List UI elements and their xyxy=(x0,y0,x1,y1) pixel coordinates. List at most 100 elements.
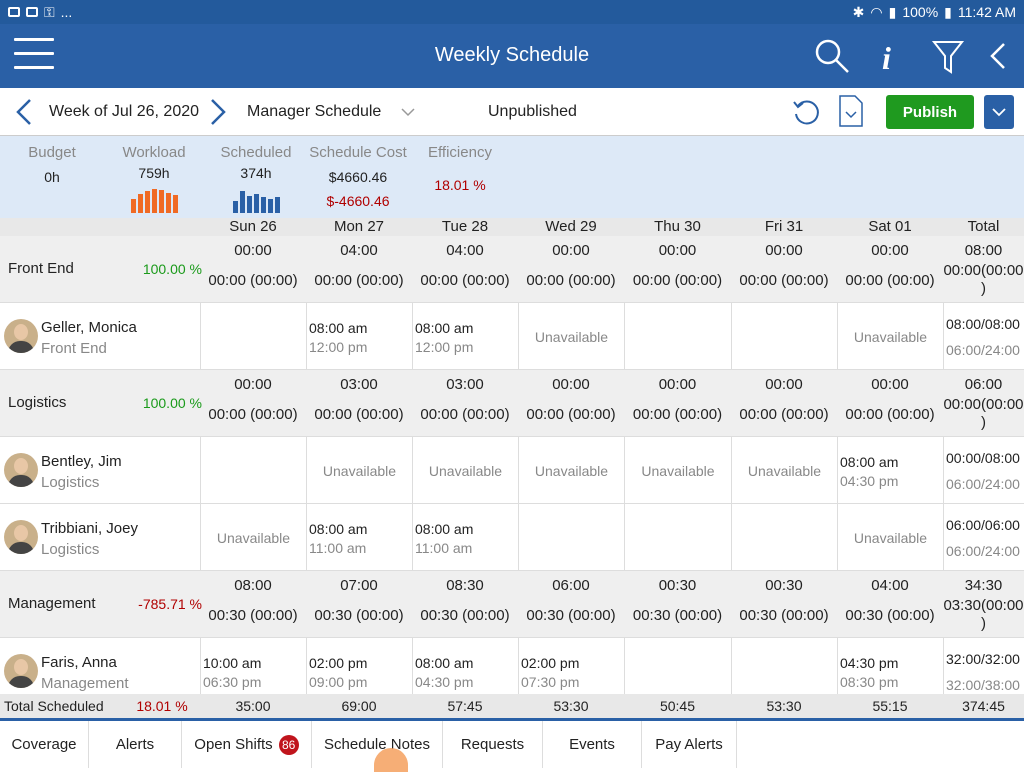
department-day-cell: 06:00 00:30 (00:00) xyxy=(518,571,624,637)
menu-icon[interactable] xyxy=(14,38,54,74)
shift-cell[interactable]: 08:00 am 04:30 pm xyxy=(837,437,943,503)
employee-total-cell: 00:00/08:00 06:00/24:00 xyxy=(943,437,1024,503)
tab-events[interactable]: Events xyxy=(543,721,642,768)
tab-requests[interactable]: Requests xyxy=(443,721,543,768)
document-icon[interactable] xyxy=(838,94,864,128)
day-header: Fri 31 xyxy=(764,218,804,235)
employee-name[interactable]: Geller, Monica xyxy=(41,319,137,336)
shift-start: 02:00 pm xyxy=(309,655,368,671)
employee-name[interactable]: Faris, Anna xyxy=(41,654,117,671)
shift-cell[interactable] xyxy=(518,504,624,570)
shift-start: 08:00 am xyxy=(309,521,368,537)
shift-cell[interactable]: 08:00 am 12:00 pm xyxy=(306,303,412,369)
efficiency-value: 18.01 % xyxy=(434,177,486,193)
previous-week-icon[interactable] xyxy=(12,98,36,126)
unavailable-label: Unavailable xyxy=(216,530,291,546)
overtime-hours: 00:00 (00:00) xyxy=(739,406,829,423)
scheduled-hours: 06:00 xyxy=(552,577,590,594)
department-day-cell: 00:00 00:00 (00:00) xyxy=(837,370,943,436)
department-day-cell: 00:00 00:00 (00:00) xyxy=(518,236,624,302)
department-day-cell: 08:00 00:00(00:00 ) xyxy=(943,236,1024,302)
overtime-hours: 00:00 (00:00) xyxy=(845,406,935,423)
department-day-cell: 00:00 00:00 (00:00) xyxy=(518,370,624,436)
schedule-cost-metric: Schedule Cost $4660.46 $-4660.46 xyxy=(306,144,410,209)
employee-department: Front End xyxy=(41,340,107,357)
scheduled-hours: 00:00 xyxy=(765,242,803,259)
shift-cell[interactable]: Unavailable xyxy=(518,303,624,369)
workload-bar-chart xyxy=(114,187,194,213)
department-row[interactable]: Logistics 100.00 % 00:00 00:00 (00:00) 03:00… xyxy=(0,370,1024,437)
tab-alerts[interactable]: Alerts xyxy=(89,721,182,768)
scheduled-hours: 07:00 xyxy=(340,577,378,594)
department-day-cell: 00:30 00:30 (00:00) xyxy=(731,571,837,637)
overtime-hours: 00:30 (00:00) xyxy=(208,607,298,624)
schedule-cost-negative: $-4660.46 xyxy=(326,193,390,209)
shift-cell[interactable]: Unavailable xyxy=(306,437,412,503)
avatar-face xyxy=(14,659,28,675)
department-row[interactable]: Front End 100.00 % 00:00 00:00 (00:00) 04:00… xyxy=(0,236,1024,303)
tab-label: Coverage xyxy=(11,736,77,753)
shift-cell[interactable] xyxy=(200,437,306,503)
department-day-cell: 34:30 03:30(00:00 ) xyxy=(943,571,1024,637)
shift-cell[interactable]: 08:00 am 11:00 am xyxy=(412,504,518,570)
overtime-hours: 00:30 (00:00) xyxy=(632,607,723,624)
tab-label: Pay Alerts xyxy=(655,736,723,753)
total-scheduled-value: 57:45 xyxy=(447,698,483,714)
department-day-cell: 00:00 00:00 (00:00) xyxy=(624,370,731,436)
next-week-icon[interactable] xyxy=(206,98,230,126)
shift-cell[interactable]: Unavailable xyxy=(200,504,306,570)
shift-cell[interactable]: Unavailable xyxy=(837,504,943,570)
chevron-down-icon xyxy=(401,108,415,117)
employee-row: Bentley, Jim Logistics Unavailable Unavaila… xyxy=(0,437,1024,504)
overtime-hours: 00:00 (00:00) xyxy=(526,406,616,423)
department-day-cell: 00:00 00:00 (00:00) xyxy=(731,370,837,436)
tab-pay-alerts[interactable]: Pay Alerts xyxy=(642,721,737,768)
shift-cell[interactable] xyxy=(200,303,306,369)
scheduled-hours: 06:00 xyxy=(964,376,1003,393)
shift-cell[interactable] xyxy=(731,504,837,570)
department-day-cell: 00:00 00:00 (00:00) xyxy=(731,236,837,302)
employee-name[interactable]: Tribbiani, Joey xyxy=(41,520,138,537)
shift-cell[interactable]: Unavailable xyxy=(837,303,943,369)
shift-cell[interactable]: 08:00 am 12:00 pm xyxy=(412,303,518,369)
employee-total-hours: 06:00/06:00 xyxy=(946,517,1020,533)
day-header: Thu 30 xyxy=(654,218,701,235)
publish-options-button[interactable] xyxy=(984,95,1014,129)
employee-name[interactable]: Bentley, Jim xyxy=(41,453,122,470)
department-day-cell: 00:00 00:00 (00:00) xyxy=(200,370,306,436)
shift-cell[interactable] xyxy=(624,303,731,369)
back-icon[interactable] xyxy=(980,36,1020,76)
department-row[interactable]: Management -785.71 % 08:00 00:30 (00:00) 07:… xyxy=(0,571,1024,638)
refresh-icon[interactable] xyxy=(790,96,822,128)
scheduled-hours: 00:00 xyxy=(552,242,590,259)
shift-cell[interactable]: Unavailable xyxy=(624,437,731,503)
employee-row: Tribbiani, Joey Logistics Unavailable 08:00… xyxy=(0,504,1024,571)
filter-icon[interactable] xyxy=(928,36,968,76)
avatar xyxy=(4,520,38,554)
employee-total-limit: 06:00/24:00 xyxy=(946,543,1020,559)
schedule-cost-value: $4660.46 xyxy=(328,169,388,185)
tab-open-shifts[interactable]: Open Shifts 86 xyxy=(182,721,312,768)
unavailable-label: Unavailable xyxy=(428,463,503,479)
info-icon[interactable]: i xyxy=(870,36,910,76)
shift-end: 11:00 am xyxy=(309,540,367,556)
tab-label: Requests xyxy=(460,736,525,753)
shift-cell[interactable] xyxy=(731,303,837,369)
publish-button[interactable]: Publish xyxy=(886,95,974,129)
department-name: Logistics xyxy=(8,394,67,411)
search-icon[interactable] xyxy=(812,36,852,76)
employee-row: Geller, Monica Front End 08:00 am 12:00 pm 0… xyxy=(0,303,1024,370)
shift-cell[interactable]: Unavailable xyxy=(412,437,518,503)
shift-cell[interactable] xyxy=(624,504,731,570)
shift-end: 07:30 pm xyxy=(521,674,580,690)
shift-cell[interactable]: Unavailable xyxy=(731,437,837,503)
workload-bar xyxy=(172,195,178,213)
employee-total-limit: 06:00/24:00 xyxy=(946,342,1020,358)
shift-cell[interactable]: Unavailable xyxy=(518,437,624,503)
unavailable-label: Unavailable xyxy=(534,463,609,479)
schedule-type-dropdown[interactable]: Manager Schedule xyxy=(247,88,415,136)
workload-bar xyxy=(165,192,171,213)
shift-cell[interactable]: 08:00 am 11:00 am xyxy=(306,504,412,570)
department-percent: -785.71 % xyxy=(138,596,202,612)
tab-coverage[interactable]: Coverage xyxy=(0,721,89,768)
